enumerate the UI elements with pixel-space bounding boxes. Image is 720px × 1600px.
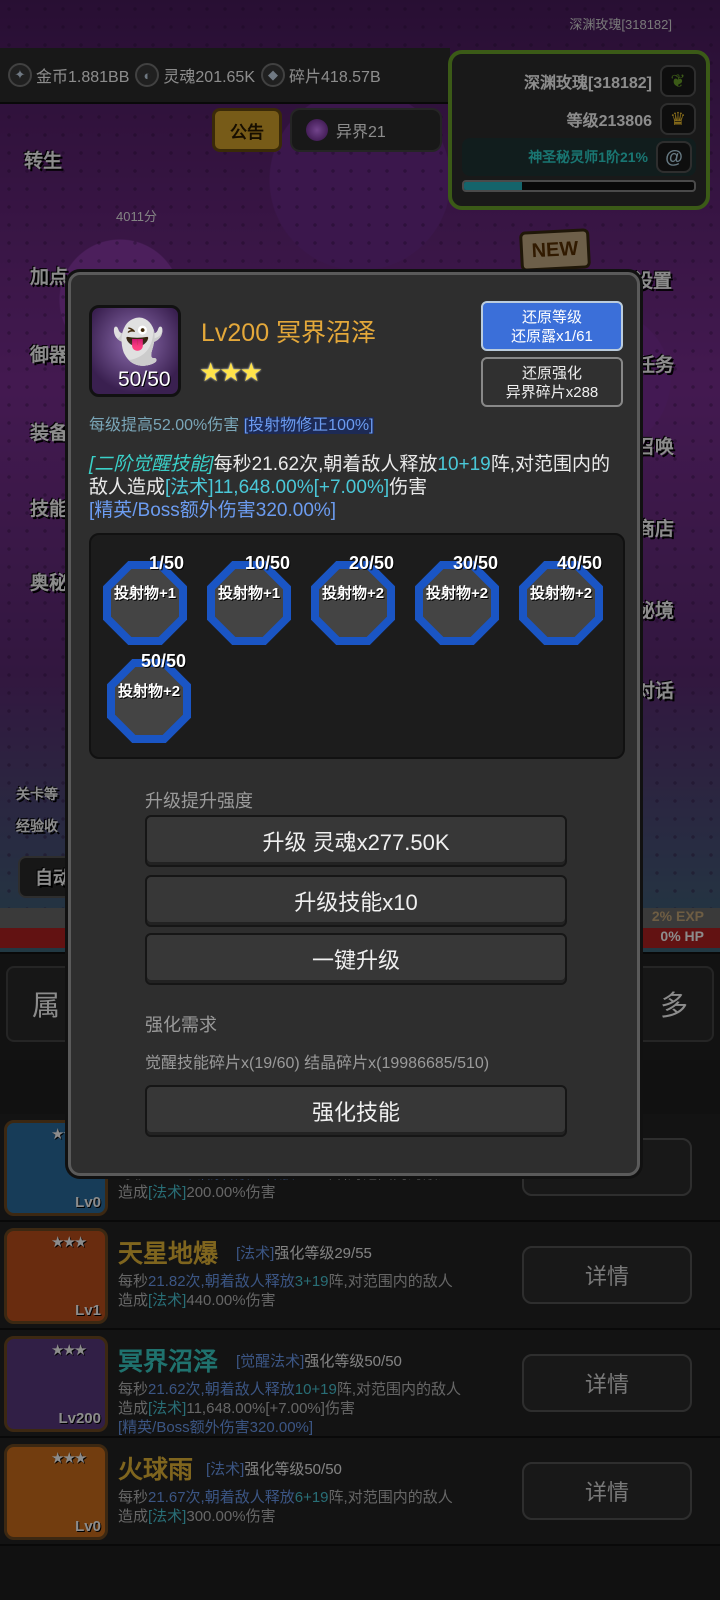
- milestone-label: 投射物+1: [113, 585, 177, 602]
- skill-title: Lv200 冥界沼泽: [201, 319, 377, 347]
- level-bonus-text: 每级提高52.00%伤害: [89, 417, 244, 434]
- upgrade-skill-button[interactable]: 升级技能x10: [145, 875, 567, 927]
- enhance-section-title: 强化需求: [145, 1015, 217, 1035]
- milestone-progress: 40/50: [557, 553, 603, 573]
- milestone-progress: 10/50: [245, 553, 291, 573]
- milestone-node[interactable]: 投射物+2 30/50: [415, 553, 505, 645]
- desc-elite-bonus: [精英/Boss额外伤害320.00%]: [89, 500, 337, 521]
- desc-spell-tag: [法术]: [165, 477, 214, 498]
- milestone-panel: 投射物+1 1/50 投射物+1 10/50 投射物+2 20/50 投射物+2 30/…: [89, 533, 625, 759]
- milestone-progress: 50/50: [141, 651, 187, 671]
- ghost-icon: 👻: [112, 318, 165, 365]
- milestone-node[interactable]: 投射物+1 1/50: [103, 553, 193, 645]
- desc-part: 伤害: [389, 477, 428, 498]
- desc-damage: 11,648.00%[+7.00%]: [213, 477, 390, 498]
- enhance-requirement: 觉醒技能碎片x(19/60) 结晶碎片x(19986685/510): [145, 1055, 490, 1072]
- octagon-inner: [423, 569, 491, 637]
- milestone-progress: 30/50: [453, 553, 499, 573]
- skill-description: [二阶觉醒技能]每秒21.62次,朝着敌人释放10+19阵,对范围内的敌人造成[…: [89, 453, 625, 522]
- restore-level-cost: 还原露x1/61: [511, 328, 593, 345]
- octagon-inner: [111, 569, 179, 637]
- desc-part: 每秒21.62次,朝着敌人释放: [213, 454, 438, 475]
- milestone-node[interactable]: 投射物+2 20/50: [311, 553, 401, 645]
- level-bonus: 每级提高52.00%伤害 [投射物修正100%]: [89, 411, 374, 435]
- restore-enhance-button[interactable]: 还原强化 异界碎片x288: [481, 357, 623, 407]
- milestone-progress: 20/50: [349, 553, 395, 573]
- octagon-inner: [215, 569, 283, 637]
- skill-stars: ★★★: [199, 357, 263, 387]
- milestone-node[interactable]: 投射物+2 40/50: [519, 553, 609, 645]
- milestone-node[interactable]: 投射物+1 10/50: [207, 553, 297, 645]
- milestone-label: 投射物+2: [425, 585, 489, 602]
- restore-level-label: 还原等级: [521, 309, 582, 326]
- enhance-skill-button[interactable]: 强化技能: [145, 1085, 567, 1137]
- octagon-inner: [527, 569, 595, 637]
- milestone-label: 投射物+2: [321, 585, 385, 602]
- upgrade-soul-button[interactable]: 升级 灵魂x277.50K: [145, 815, 567, 867]
- milestone-label: 投射物+2: [529, 585, 593, 602]
- skill-icon-count: 50/50: [118, 368, 171, 391]
- skill-icon: 👻 50/50: [89, 305, 181, 397]
- desc-count: 10+19: [437, 454, 491, 475]
- upgrade-section-title: 升级提升强度: [145, 791, 253, 811]
- restore-enhance-label: 还原强化: [521, 365, 582, 382]
- one-key-upgrade-button[interactable]: 一键升级: [145, 933, 567, 985]
- projectile-modifier-tag: [投射物修正100%]: [243, 417, 374, 434]
- restore-level-button[interactable]: 还原等级 还原露x1/61: [481, 301, 623, 351]
- octagon-inner: [115, 667, 183, 735]
- restore-enhance-cost: 异界碎片x288: [505, 384, 599, 401]
- milestone-node[interactable]: 投射物+2 50/50: [107, 651, 197, 743]
- milestone-label: 投射物+2: [117, 683, 181, 700]
- milestone-label: 投射物+1: [217, 585, 281, 602]
- skill-detail-modal: 👻 50/50 Lv200 冥界沼泽 ★★★ 还原等级 还原露x1/61 还原强…: [68, 272, 640, 1176]
- awaken-tag: [二阶觉醒技能]: [89, 454, 214, 475]
- milestone-progress: 1/50: [149, 553, 185, 573]
- octagon-inner: [319, 569, 387, 637]
